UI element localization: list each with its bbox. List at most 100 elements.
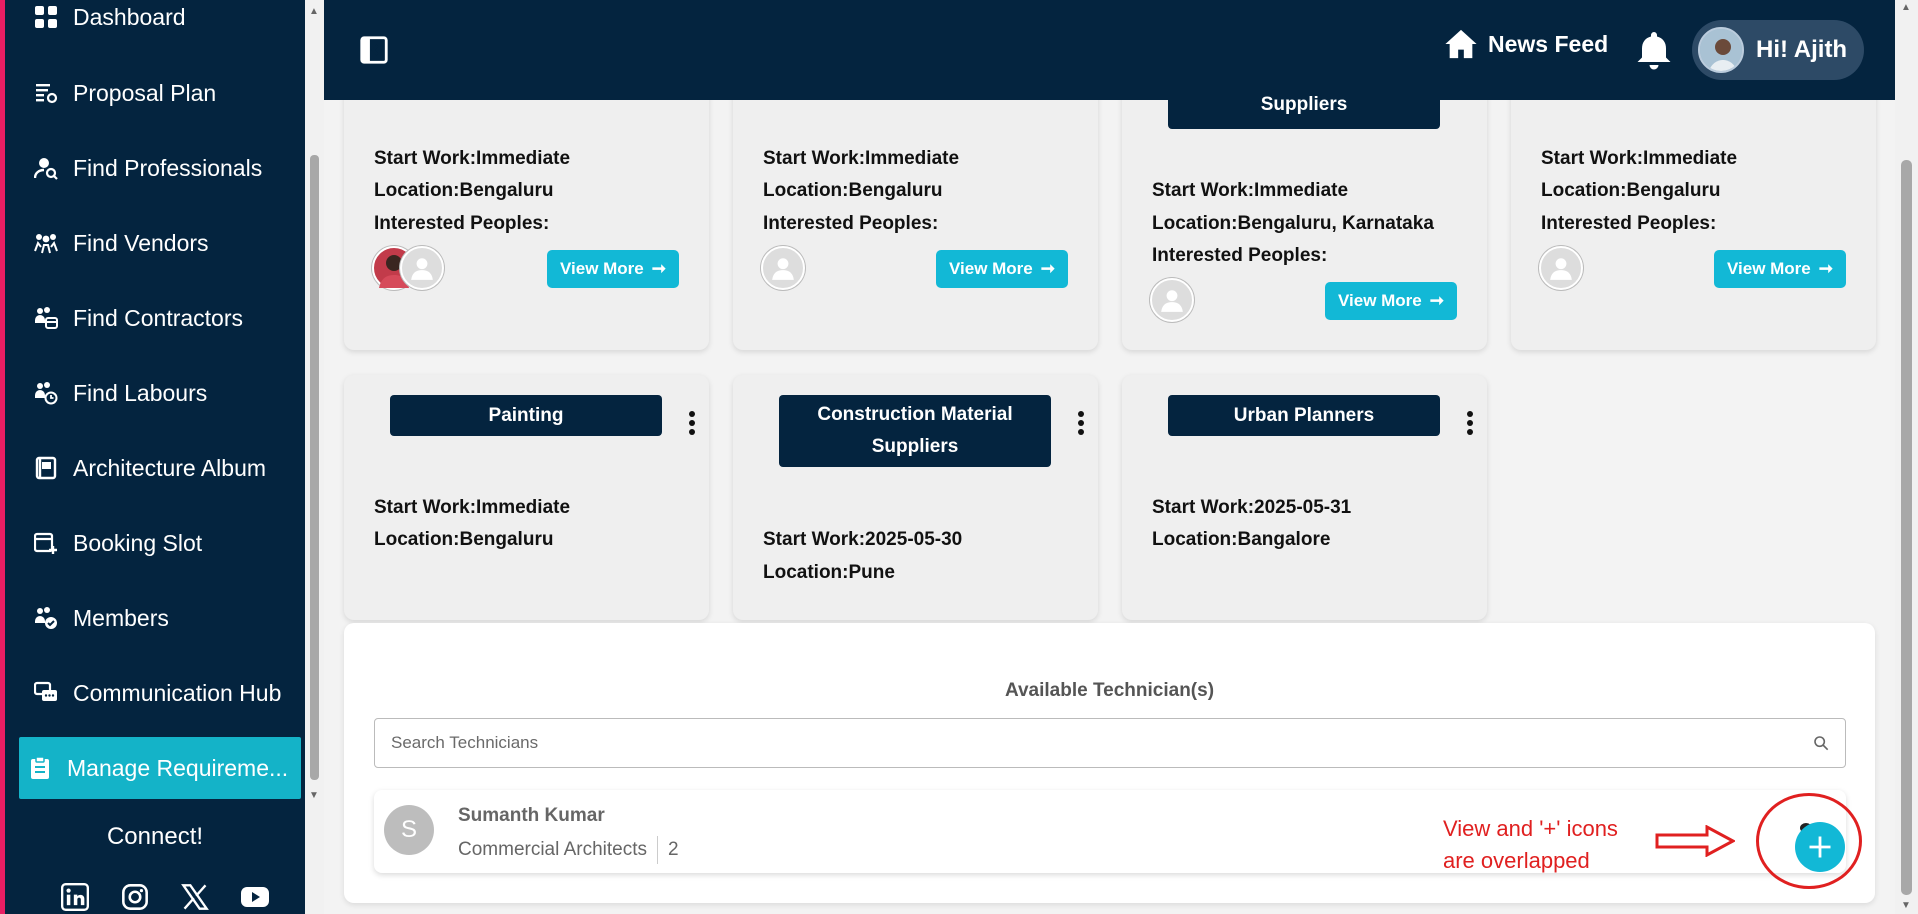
more-options-icon[interactable]	[1076, 408, 1086, 438]
view-more-button[interactable]: View More ➞	[1325, 282, 1457, 320]
user-menu[interactable]: Hi! Ajith	[1692, 20, 1864, 80]
sidebar-item-label: Members	[73, 604, 169, 631]
interested-avatars[interactable]	[1150, 278, 1194, 322]
technician-role: Commercial Architects	[458, 839, 647, 860]
bell-icon	[1637, 32, 1671, 70]
news-feed-link[interactable]: News Feed	[1444, 28, 1608, 60]
location-text: Location:Bengaluru	[1541, 180, 1721, 201]
search-icon[interactable]	[1813, 735, 1829, 751]
start-work-text: Start Work:Immediate	[374, 497, 571, 518]
instagram-icon[interactable]	[120, 882, 150, 912]
avatar-placeholder-icon	[1150, 278, 1194, 322]
user-search-icon	[33, 155, 59, 181]
sidebar-item-label: Find Vendors	[73, 229, 209, 256]
arrow-right-icon: ➞	[651, 259, 667, 278]
view-more-button[interactable]: View More ➞	[547, 250, 679, 288]
sidebar-item-label: Find Professionals	[73, 154, 263, 181]
sidebar-item-architecture-album[interactable]: Architecture Album	[25, 437, 300, 499]
requirement-card: Painting Start Work:Immediate Location:B…	[344, 375, 709, 620]
technicians-panel: Available Technician(s) S Sumanth Kumar …	[344, 623, 1875, 903]
interested-avatars[interactable]	[1539, 246, 1583, 290]
annotation-text: View and '+' icons are overlapped	[1443, 813, 1618, 877]
sidebar-item-manage-requirements[interactable]: Manage Requireme...	[19, 737, 301, 799]
sidebar-item-label: Communication Hub	[73, 679, 282, 706]
view-more-button[interactable]: View More ➞	[936, 250, 1068, 288]
interested-label: Interested Peoples:	[1541, 213, 1717, 234]
members-check-icon	[33, 605, 59, 631]
technician-name: Sumanth Kumar	[458, 805, 605, 826]
linkedin-icon[interactable]	[60, 882, 90, 912]
sidebar-nav: Dashboard Proposal Plan Find Professiona…	[5, 0, 305, 914]
scroll-up-arrow-icon[interactable]: ▲	[1901, 2, 1911, 13]
interested-label: Interested Peoples:	[763, 213, 939, 234]
notifications-button[interactable]	[1636, 30, 1672, 75]
card-title: Construction Material Suppliers	[779, 395, 1051, 467]
main-scrollbar[interactable]: ▲ ▼	[1895, 0, 1918, 914]
group-clock-icon	[33, 380, 59, 406]
main-scroll-thumb[interactable]	[1901, 160, 1912, 895]
sidebar-scroll-thumb[interactable]	[310, 155, 319, 780]
top-header-front: News Feed Hi! Ajith	[324, 0, 1895, 100]
home-icon	[1445, 29, 1477, 59]
news-feed-label: News Feed	[1488, 30, 1609, 57]
clipboard-icon	[27, 755, 53, 781]
sidebar-item-dashboard[interactable]: Dashboard	[25, 0, 300, 48]
card-title-line: Suppliers	[871, 436, 959, 457]
view-more-label: View More	[559, 259, 644, 278]
requirement-card: Start Work:Immediate Location:Bengaluru …	[1511, 80, 1876, 350]
arrow-right-icon: ➞	[1818, 259, 1834, 278]
sidebar-item-find-labours[interactable]: Find Labours	[25, 362, 300, 424]
card-title-text: Suppliers	[1260, 94, 1348, 115]
more-options-icon[interactable]	[687, 408, 697, 438]
card-title-text: Urban Planners	[1233, 405, 1375, 426]
requirement-card: Start Work:Immediate Location:Bengaluru …	[344, 80, 709, 350]
sidebar-item-find-professionals[interactable]: Find Professionals	[25, 137, 300, 199]
sidebar-toggle-button[interactable]	[360, 36, 388, 64]
youtube-icon[interactable]	[240, 882, 270, 912]
card-title-line: Construction Material	[817, 404, 1013, 425]
x-icon[interactable]	[180, 882, 210, 912]
sidebar-item-booking-slot[interactable]: Booking Slot	[25, 512, 300, 574]
sidebar-scrollbar[interactable]: ▲ ▼	[305, 0, 324, 914]
sidebar-item-find-contractors[interactable]: Find Contractors	[25, 287, 300, 349]
album-icon	[33, 455, 59, 481]
card-title-text: Painting	[488, 405, 564, 426]
avatar-placeholder-icon	[761, 246, 805, 290]
user-greeting: Hi! Ajith	[1756, 36, 1848, 63]
interested-avatars[interactable]	[761, 246, 805, 290]
view-more-button[interactable]: View More ➞	[1714, 250, 1846, 288]
technician-search[interactable]	[374, 718, 1846, 768]
annotation-circle	[1756, 793, 1862, 889]
more-options-icon[interactable]	[1465, 408, 1475, 438]
sidebar-item-find-vendors[interactable]: Find Vendors	[25, 212, 300, 274]
sidebar-item-communication-hub[interactable]: Communication Hub	[25, 662, 300, 724]
start-work-text: Start Work:2025-05-31	[1152, 497, 1352, 518]
interested-avatars[interactable]	[372, 246, 444, 290]
scroll-down-arrow-icon[interactable]: ▼	[309, 790, 319, 801]
annotation-line: View and '+' icons	[1443, 816, 1618, 841]
connect-label: Connect!	[106, 823, 204, 850]
location-text: Location:Bangalore	[1152, 529, 1331, 550]
technician-row[interactable]: S Sumanth Kumar Commercial Architects 2	[374, 790, 1846, 873]
card-title: Painting	[390, 395, 662, 436]
view-more-label: View More	[1337, 291, 1422, 310]
scroll-down-arrow-icon[interactable]: ▼	[1901, 900, 1911, 911]
location-text: Location:Bengaluru, Karnataka	[1152, 213, 1434, 234]
technician-count: 2	[668, 839, 679, 860]
location-text: Location:Bengaluru	[374, 529, 554, 550]
location-text: Location:Pune	[763, 562, 895, 583]
sidebar: Dashboard Proposal Plan Find Professiona…	[0, 0, 324, 914]
sidebar-item-proposal-plan[interactable]: Proposal Plan	[25, 62, 300, 124]
sidebar-item-members[interactable]: Members	[25, 587, 300, 649]
people-icon	[33, 230, 59, 256]
search-input[interactable]	[391, 733, 1813, 753]
view-more-label: View More	[948, 259, 1033, 278]
card-title: Suppliers	[1168, 80, 1440, 129]
card-title: Urban Planners	[1168, 395, 1440, 436]
scroll-up-arrow-icon[interactable]: ▲	[309, 6, 319, 17]
sidebar-item-label: Booking Slot	[73, 529, 203, 556]
location-text: Location:Bengaluru	[374, 180, 554, 201]
sidebar-item-label: Find Labours	[73, 379, 208, 406]
chat-icon	[33, 680, 59, 706]
sidebar-item-label: Find Contractors	[73, 304, 244, 331]
